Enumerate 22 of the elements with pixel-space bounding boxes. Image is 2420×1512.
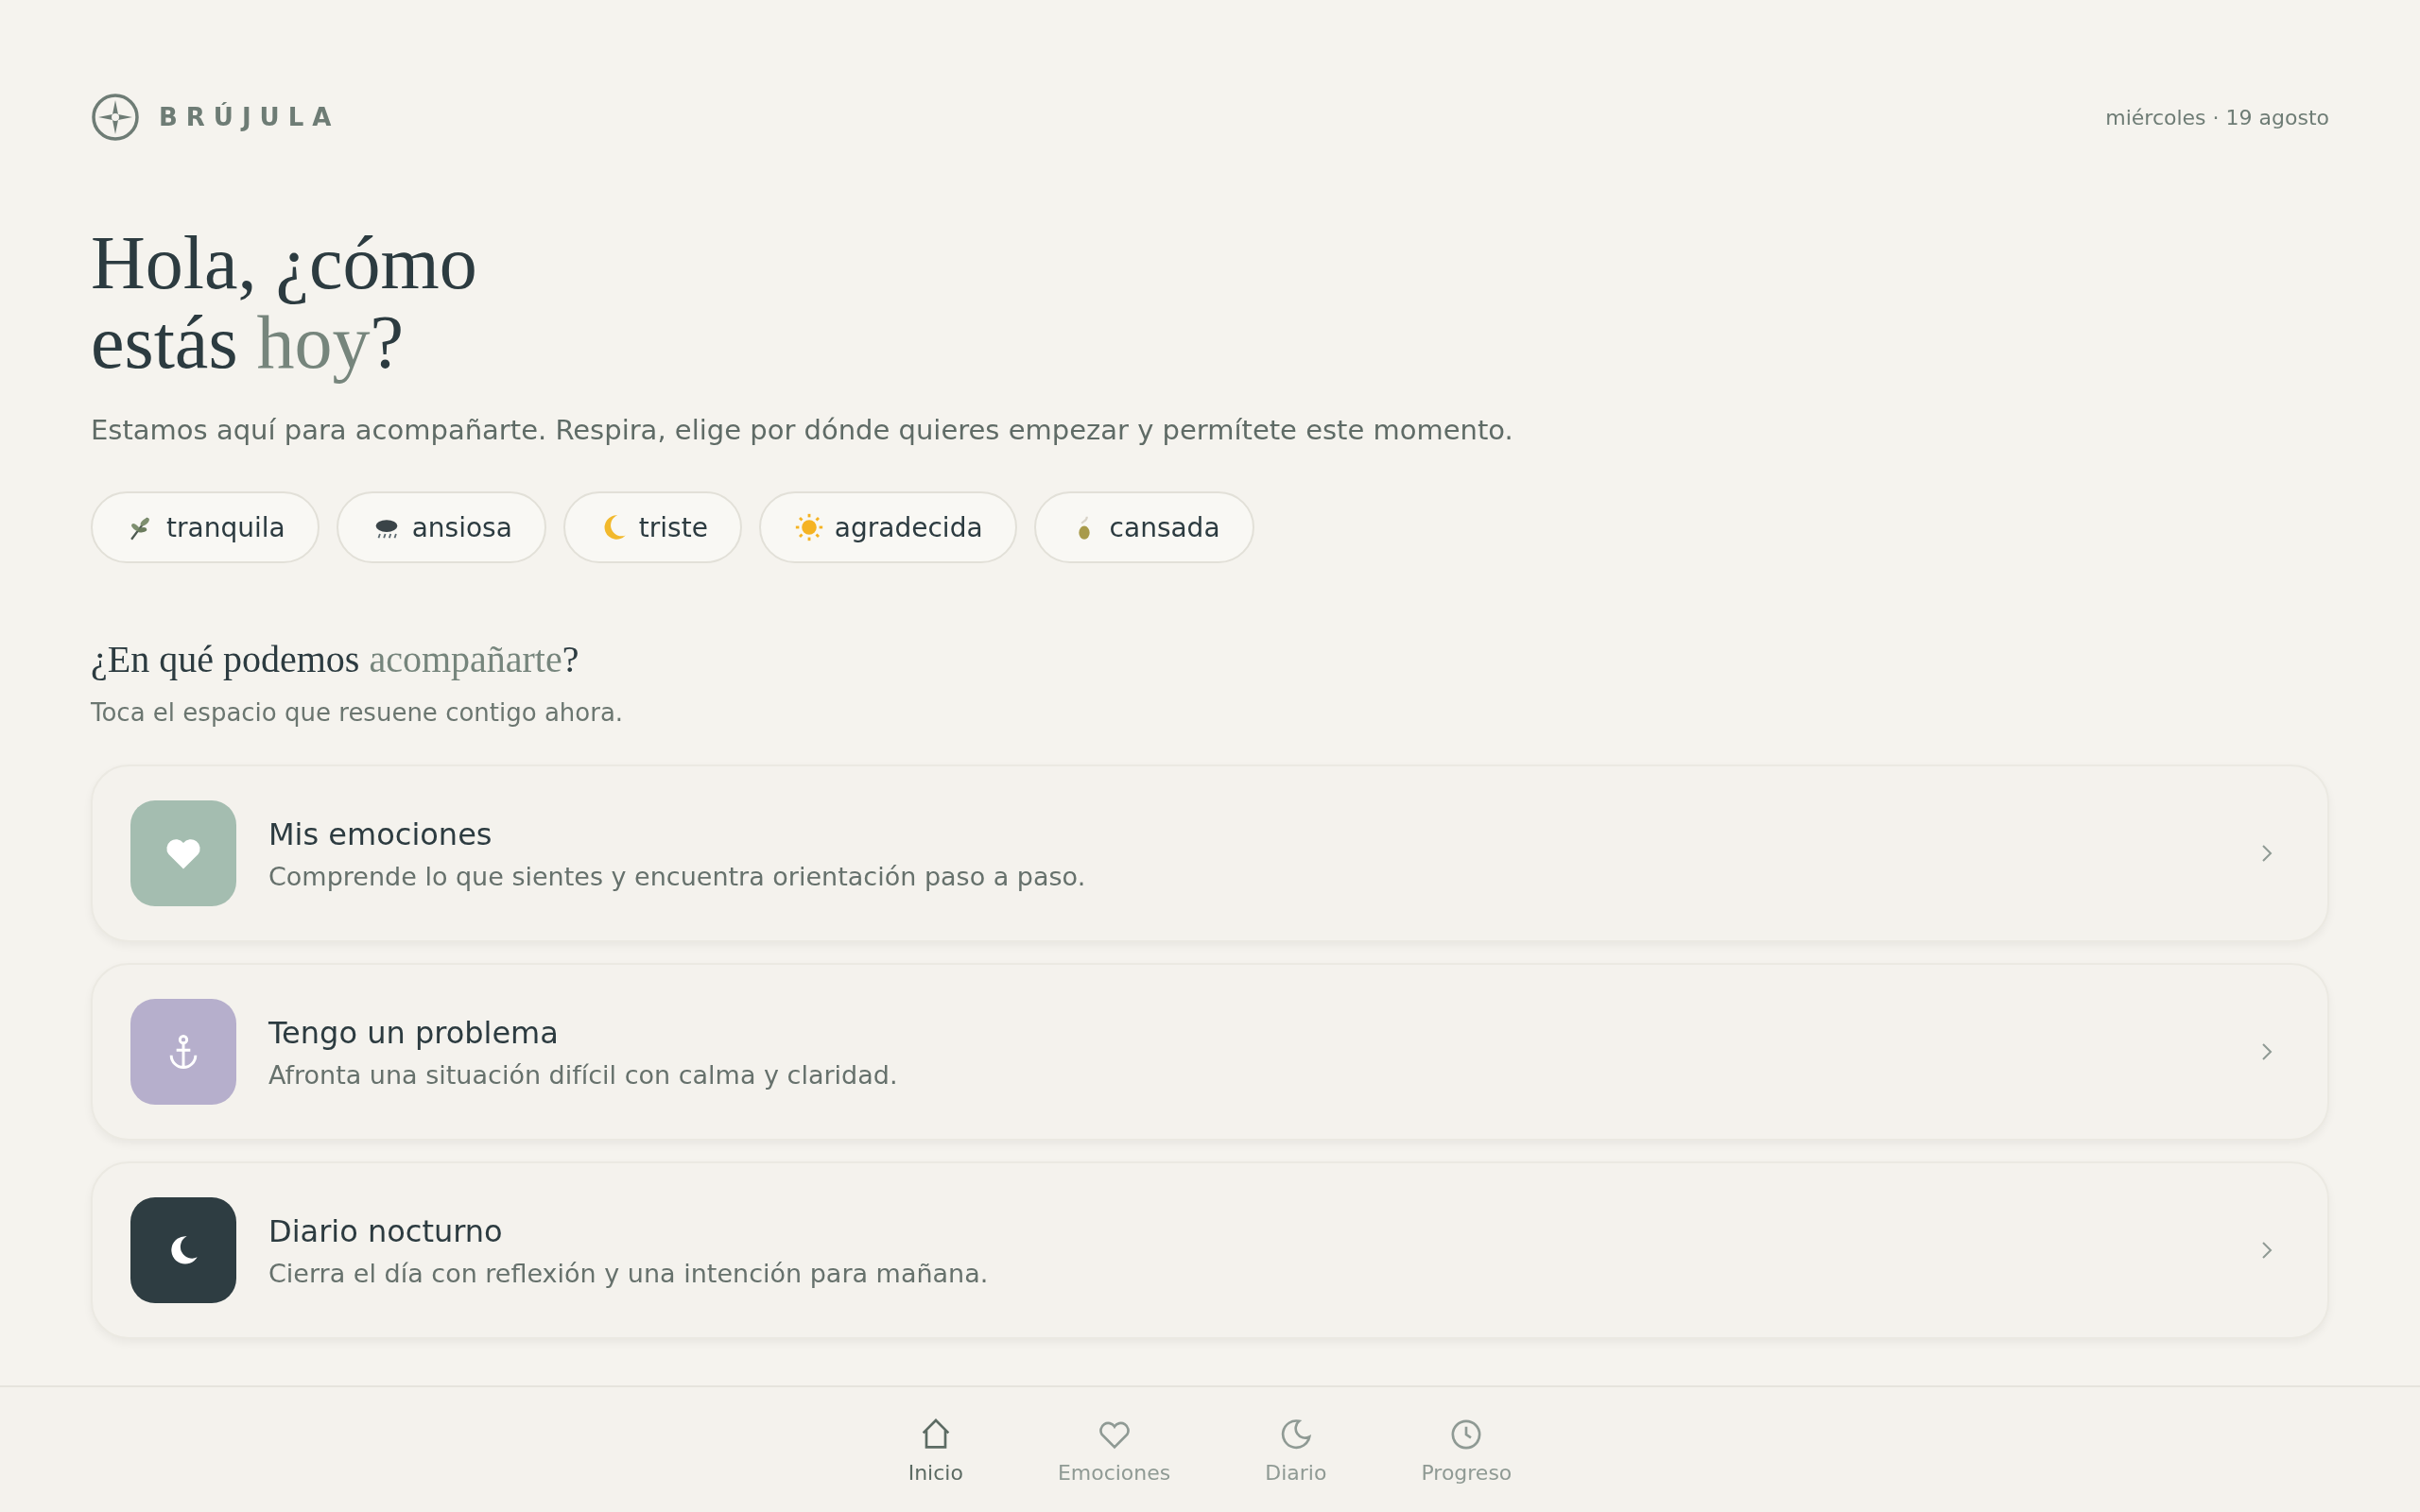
option-card[interactable]: Diario nocturno Cierra el día con reflexión y una intención para mañana. — [91, 1161, 2329, 1339]
compass-logo-icon — [91, 93, 140, 142]
date-label: miércoles · 19 agosto — [2105, 105, 2329, 129]
mood-chip[interactable]: tranquila — [91, 491, 320, 563]
card-title: Diario nocturno — [268, 1212, 504, 1249]
card-description: Cierra el día con reflexión y una intención para mañana. — [268, 1258, 990, 1288]
card-title: Tengo un problema — [268, 1014, 560, 1051]
option-card[interactable]: Tengo un problema Afronta una situación difícil con calma y claridad. — [91, 963, 2329, 1141]
card-description: Afronta una situación difícil con calma y claridad. — [268, 1059, 899, 1090]
card-title: Mis emociones — [268, 816, 493, 852]
mood-chip[interactable]: agradecida — [758, 491, 1017, 563]
option-card[interactable]: Mis emociones Comprende lo que sientes y encuentra orientación paso a paso. — [91, 765, 2329, 942]
mood-chip[interactable]: ansiosa — [336, 491, 546, 563]
brand-name: BRÚJULA — [159, 103, 340, 131]
mood-chip[interactable]: triste — [562, 491, 742, 563]
mood-chip[interactable]: cansada — [1033, 491, 1254, 563]
intro-text: Estamos aquí para acompañarte. Respira, elige por dónde quieres empezar y permítete este momento. — [91, 414, 1514, 446]
section-heading: ¿En qué podemos acompañarte? — [91, 637, 580, 681]
greeting-heading: Hola, ¿cómo estás hoy? — [91, 223, 478, 382]
section-subtitle: Toca el espacio que resuene contigo ahora. — [91, 698, 625, 727]
nav-tab[interactable]: Inicio — [889, 1387, 982, 1512]
card-description: Comprende lo que sientes y encuentra orientación paso a paso. — [268, 861, 1087, 891]
